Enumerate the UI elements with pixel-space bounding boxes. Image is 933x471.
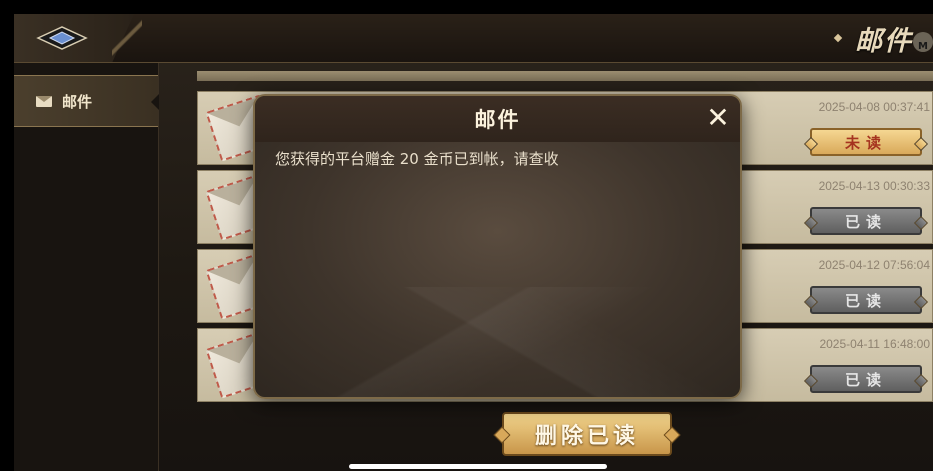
sidebar-item-label: 邮件 — [62, 92, 93, 111]
corner-badge-wrap: M — [913, 24, 933, 60]
mail-date: 2025-04-12 07:56:04 — [818, 258, 930, 272]
sidebar-item-mail[interactable]: 邮件 — [14, 75, 159, 127]
button-left-ornament — [803, 136, 819, 152]
top-bar: 邮件 M — [14, 14, 933, 63]
page-title: 邮件 — [855, 25, 913, 57]
status-button-read[interactable]: 已读 — [803, 286, 929, 314]
status-label: 已读 — [844, 212, 887, 231]
header-title-group: 邮件 — [833, 20, 913, 57]
button-right-ornament — [913, 373, 929, 389]
button-right-ornament — [913, 215, 929, 231]
corner-badge: M — [913, 32, 933, 52]
back-diamond-icon — [36, 26, 88, 50]
title-diamond-icon — [833, 33, 843, 43]
game-mail-screen: 邮件 M 邮件 2025-04-08 00:37:41 未读 2025-04-1… — [14, 14, 933, 471]
button-left-ornament — [493, 426, 511, 444]
status-label: 已读 — [844, 370, 887, 389]
button-right-ornament — [913, 136, 929, 152]
button-right-ornament — [663, 426, 681, 444]
mail-date: 2025-04-08 00:37:41 — [818, 100, 930, 114]
status-label: 已读 — [844, 291, 887, 310]
header-divider — [112, 14, 142, 62]
status-label: 未读 — [844, 133, 887, 152]
active-tab-pointer — [151, 94, 159, 110]
status-button-unread[interactable]: 未读 — [803, 128, 929, 156]
button-left-ornament — [803, 373, 819, 389]
status-button-read[interactable]: 已读 — [803, 365, 929, 393]
delete-read-label: 删除已读 — [534, 424, 639, 449]
status-button-read[interactable]: 已读 — [803, 207, 929, 235]
dialog-background-pattern — [255, 287, 740, 397]
envelope-icon — [36, 95, 52, 107]
mail-list-scroll-edge — [197, 71, 933, 81]
mail-date: 2025-04-13 00:30:33 — [818, 179, 930, 193]
dialog-title: 邮件 — [474, 108, 521, 132]
button-left-ornament — [803, 215, 819, 231]
mail-date: 2025-04-11 16:48:00 — [819, 337, 930, 351]
dialog-message: 您获得的平台赠金 20 金币已到帐，请查收 — [275, 150, 559, 168]
mail-detail-dialog: 邮件 ✕ 您获得的平台赠金 20 金币已到帐，请查收 — [253, 94, 742, 399]
delete-read-button[interactable]: 删除已读 — [493, 412, 681, 456]
sidebar: 邮件 — [14, 63, 159, 471]
dialog-header: 邮件 — [255, 96, 740, 142]
button-right-ornament — [913, 294, 929, 310]
button-left-ornament — [803, 294, 819, 310]
close-icon[interactable]: ✕ — [704, 104, 732, 132]
home-indicator[interactable] — [349, 464, 607, 469]
